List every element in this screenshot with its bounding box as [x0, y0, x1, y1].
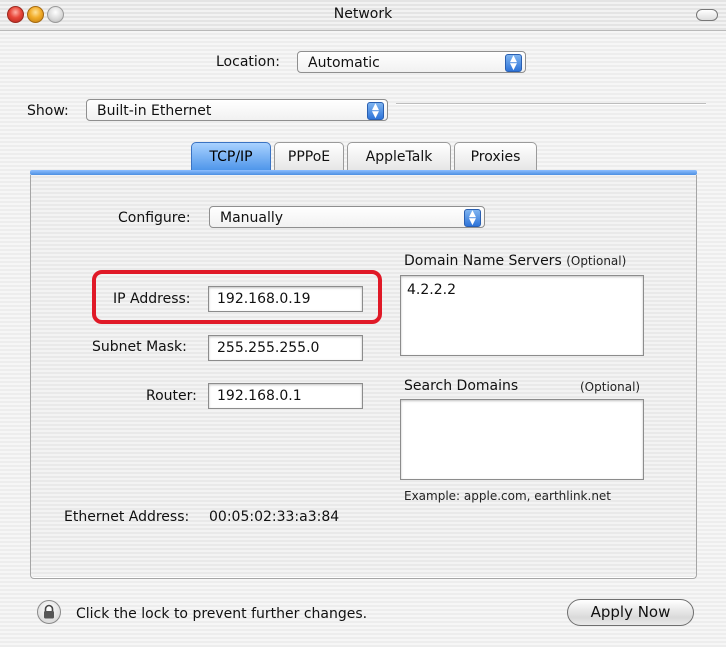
- configure-value: Manually: [220, 210, 284, 226]
- dns-servers-field[interactable]: 4.2.2.2: [400, 275, 644, 356]
- subnet-mask-label: Subnet Mask:: [92, 339, 187, 355]
- window-title: Network: [333, 6, 393, 22]
- tab-label: Proxies: [470, 149, 521, 165]
- configure-label: Configure:: [118, 210, 191, 226]
- example-text: Example: apple.com, earthlink.net: [404, 489, 612, 503]
- separator-line: [396, 103, 706, 105]
- toolbar-toggle-icon[interactable]: [696, 9, 718, 21]
- lock-message: Click the lock to prevent further change…: [76, 606, 368, 622]
- show-popup[interactable]: Built-in Ethernet ▲ ▼: [86, 99, 388, 121]
- tab-tcpip[interactable]: TCP/IP: [191, 142, 271, 170]
- tab-proxies[interactable]: Proxies: [454, 142, 537, 170]
- router-label: Router:: [146, 388, 197, 404]
- router-field[interactable]: 192.168.0.1: [208, 383, 363, 409]
- show-value: Built-in Ethernet: [97, 103, 212, 119]
- updown-arrows-icon: ▲ ▼: [505, 54, 522, 72]
- tab-appletalk[interactable]: AppleTalk: [347, 142, 451, 170]
- search-domains-optional: (Optional): [580, 380, 641, 394]
- ethernet-address-value: 00:05:02:33:a3:84: [209, 509, 340, 525]
- lock-icon[interactable]: [37, 600, 61, 624]
- search-domains-field[interactable]: [400, 399, 644, 480]
- title-bar: Network: [0, 0, 726, 31]
- tab-label: TCP/IP: [209, 149, 253, 165]
- location-popup[interactable]: Automatic ▲ ▼: [297, 51, 526, 73]
- subnet-mask-field[interactable]: 255.255.255.0: [208, 335, 363, 361]
- search-domains-label: Search Domains: [404, 378, 519, 394]
- updown-arrows-icon: ▲ ▼: [367, 102, 384, 120]
- location-label: Location:: [216, 54, 280, 70]
- show-label: Show:: [27, 103, 69, 119]
- configure-popup[interactable]: Manually ▲ ▼: [209, 206, 485, 228]
- dns-label: Domain Name Servers (Optional): [404, 253, 626, 269]
- location-value: Automatic: [308, 55, 380, 71]
- ethernet-address-label: Ethernet Address:: [64, 509, 190, 525]
- tab-label: PPPoE: [287, 149, 331, 165]
- tab-label: AppleTalk: [365, 149, 433, 165]
- apply-now-button[interactable]: Apply Now: [567, 599, 694, 626]
- dns-optional: (Optional): [566, 254, 627, 268]
- dns-title: Domain Name Servers: [404, 253, 562, 269]
- tab-pppoe[interactable]: PPPoE: [274, 142, 344, 170]
- ip-address-highlight: [92, 270, 382, 324]
- updown-arrows-icon: ▲ ▼: [464, 209, 481, 227]
